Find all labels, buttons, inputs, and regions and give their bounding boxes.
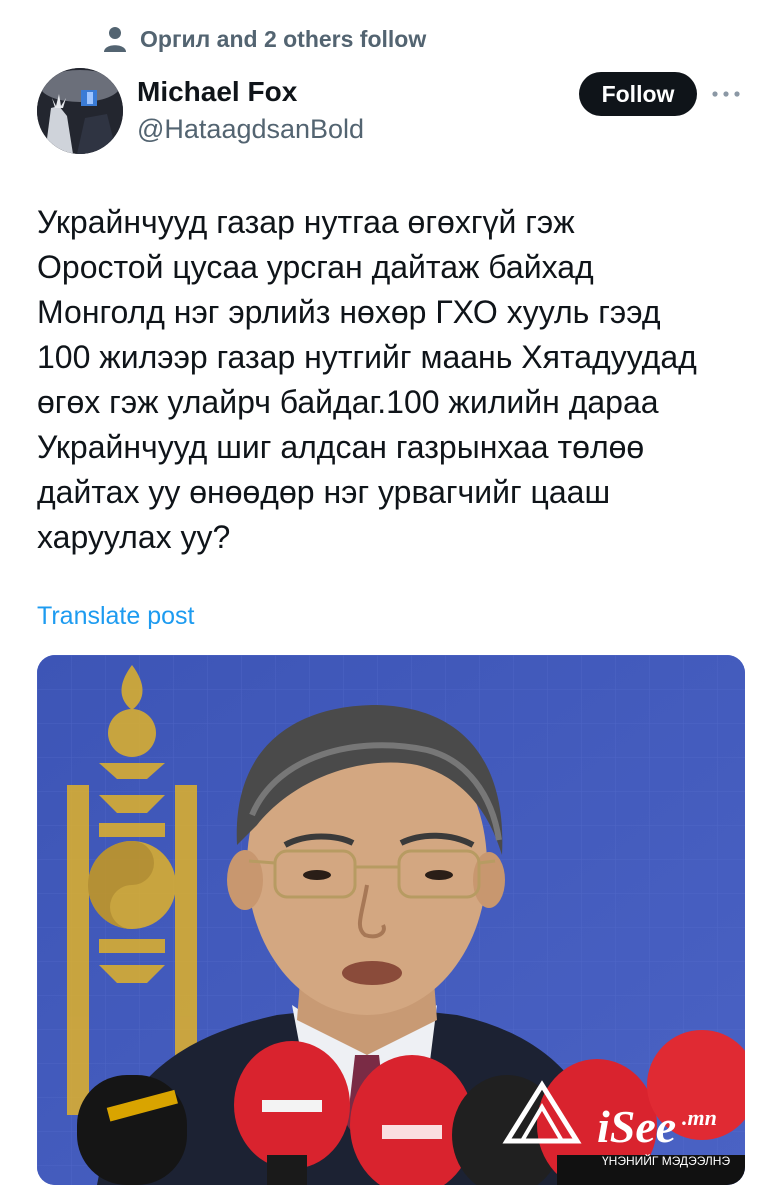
more-horizontal-icon[interactable] bbox=[710, 82, 742, 106]
social-context-text: Оргил and 2 others follow bbox=[140, 25, 427, 52]
translate-post-link[interactable]: Translate post bbox=[37, 602, 194, 631]
watermark-tagline: ҮНЭНИЙГ МЭДЭЭЛНЭ bbox=[602, 1153, 730, 1168]
social-context[interactable]: Оргил and 2 others follow bbox=[102, 22, 426, 56]
author-name[interactable]: Michael Fox bbox=[137, 76, 297, 108]
watermark-suffix: .mn bbox=[682, 1105, 717, 1130]
avatar-image bbox=[37, 68, 123, 154]
author-handle[interactable]: @HataagdsanBold bbox=[137, 114, 364, 145]
avatar[interactable] bbox=[37, 68, 123, 154]
person-icon bbox=[104, 27, 126, 52]
press-conference-photo: iSee .mn ҮНЭНИЙГ МЭДЭЭЛНЭ bbox=[37, 655, 745, 1185]
post-media-image[interactable]: iSee .mn ҮНЭНИЙГ МЭДЭЭЛНЭ bbox=[37, 655, 745, 1185]
post-text: Украйнчууд газар нутгаа өгөхгүй гэж Орос… bbox=[37, 204, 697, 555]
watermark-brand: iSee bbox=[597, 1101, 676, 1152]
follow-button[interactable]: Follow bbox=[579, 72, 697, 116]
